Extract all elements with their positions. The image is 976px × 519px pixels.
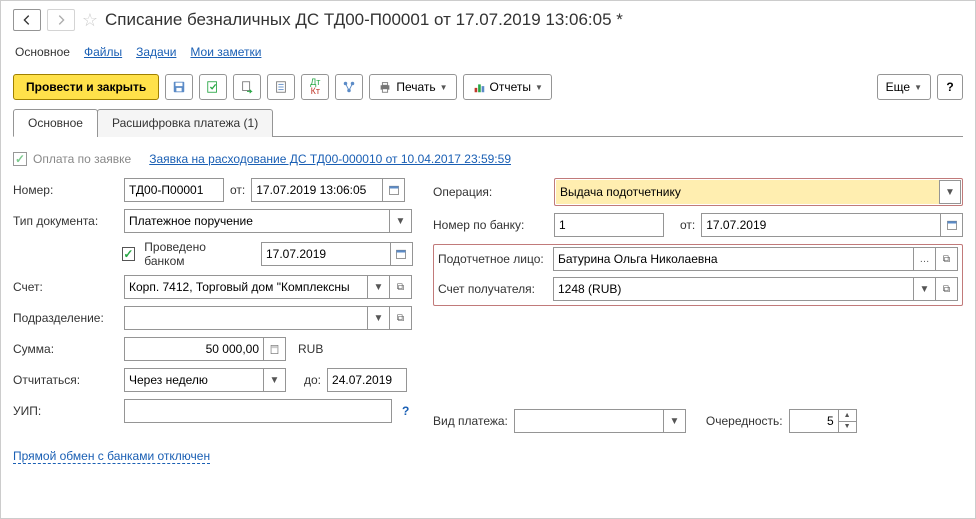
save-button[interactable] [165,74,193,100]
priority-spinner[interactable]: ▲▼ [839,409,857,433]
operation-input[interactable] [556,180,939,204]
uip-help-icon[interactable]: ? [402,404,409,418]
chevron-down-icon: ▼ [440,83,448,92]
related-button[interactable] [335,74,363,100]
nav-tab-files[interactable]: Файлы [84,45,122,59]
post-button[interactable] [199,74,227,100]
bank-number-label: Номер по банку: [433,218,548,232]
forward-button[interactable] [47,9,75,31]
dropdown-icon[interactable]: ▼ [939,180,961,204]
priority-label: Очередность: [706,414,783,428]
dropdown-icon[interactable]: ▼ [664,409,686,433]
recipient-account-label: Счет получателя: [438,282,547,296]
help-button[interactable]: ? [937,74,963,100]
chevron-down-icon: ▼ [535,83,543,92]
bank-from-label: от: [680,218,695,232]
toolbar: Провести и закрыть ДтКт Печать ▼ Отчеты … [13,74,963,100]
from-label: от: [230,183,245,197]
open-icon[interactable]: ⧉ [936,247,958,271]
open-icon[interactable]: ⧉ [390,275,412,299]
calendar-icon[interactable] [391,242,413,266]
dropdown-icon[interactable]: ▼ [914,277,936,301]
report-input[interactable] [124,368,264,392]
account-label: Счет: [13,280,118,294]
ellipsis-icon[interactable]: … [914,247,936,271]
bank-exchange-link[interactable]: Прямой обмен с банками отключен [13,449,210,464]
uip-label: УИП: [13,404,118,418]
reports-button[interactable]: Отчеты ▼ [463,74,552,100]
based-on-button[interactable] [233,74,261,100]
calculator-icon[interactable] [264,337,286,361]
report-to-label: до: [304,373,321,387]
currency-label: RUB [298,342,323,356]
uip-input[interactable] [124,399,392,423]
payment-request-checkbox[interactable] [13,152,27,166]
payment-request-link[interactable]: Заявка на расходование ДС ТД00-000010 от… [149,152,511,166]
number-date-input[interactable] [251,178,383,202]
open-icon[interactable]: ⧉ [936,277,958,301]
chevron-down-icon: ▼ [914,83,922,92]
content-tabs: Основное Расшифровка платежа (1) [13,108,963,137]
sum-label: Сумма: [13,342,118,356]
bank-date-input[interactable] [261,242,391,266]
bank-from-input[interactable] [701,213,941,237]
priority-input[interactable] [789,409,839,433]
open-icon[interactable]: ⧉ [390,306,412,330]
payment-type-label: Вид платежа: [433,414,508,428]
bank-number-input[interactable] [554,213,664,237]
document-button[interactable] [267,74,295,100]
favorite-star-icon[interactable]: ☆ [81,11,99,29]
payment-request-label: Оплата по заявке [33,152,131,166]
dropdown-icon[interactable]: ▼ [368,275,390,299]
doctype-input[interactable] [124,209,390,233]
nav-tabs: Основное Файлы Задачи Мои заметки [13,41,963,64]
person-label: Подотчетное лицо: [438,252,547,266]
nav-tab-notes[interactable]: Мои заметки [190,45,261,59]
doctype-label: Тип документа: [13,214,118,228]
tab-details[interactable]: Расшифровка платежа (1) [97,109,273,137]
page-title: Списание безналичных ДС ТД00-П00001 от 1… [105,10,623,30]
nav-tab-main[interactable]: Основное [15,45,70,59]
dropdown-icon[interactable]: ▼ [390,209,412,233]
sum-input[interactable] [124,337,264,361]
person-input[interactable] [553,247,914,271]
more-button[interactable]: Еще ▼ [877,74,931,100]
operation-label: Операция: [433,185,548,199]
dropdown-icon[interactable]: ▼ [264,368,286,392]
bank-processed-label: Проведено банком [144,240,247,268]
tab-main[interactable]: Основное [13,109,98,137]
recipient-account-input[interactable] [553,277,914,301]
payment-type-input[interactable] [514,409,664,433]
print-button[interactable]: Печать ▼ [369,74,456,100]
division-label: Подразделение: [13,311,118,325]
report-to-input[interactable] [327,368,407,392]
back-button[interactable] [13,9,41,31]
dtkt-button[interactable]: ДтКт [301,74,329,100]
division-input[interactable] [124,306,368,330]
number-input[interactable] [124,178,224,202]
calendar-icon[interactable] [941,213,963,237]
bank-processed-checkbox[interactable] [122,247,136,261]
nav-tab-tasks[interactable]: Задачи [136,45,176,59]
calendar-icon[interactable] [383,178,405,202]
dropdown-icon[interactable]: ▼ [368,306,390,330]
number-label: Номер: [13,183,118,197]
account-input[interactable] [124,275,368,299]
post-and-close-button[interactable]: Провести и закрыть [13,74,159,100]
report-label: Отчитаться: [13,373,118,387]
